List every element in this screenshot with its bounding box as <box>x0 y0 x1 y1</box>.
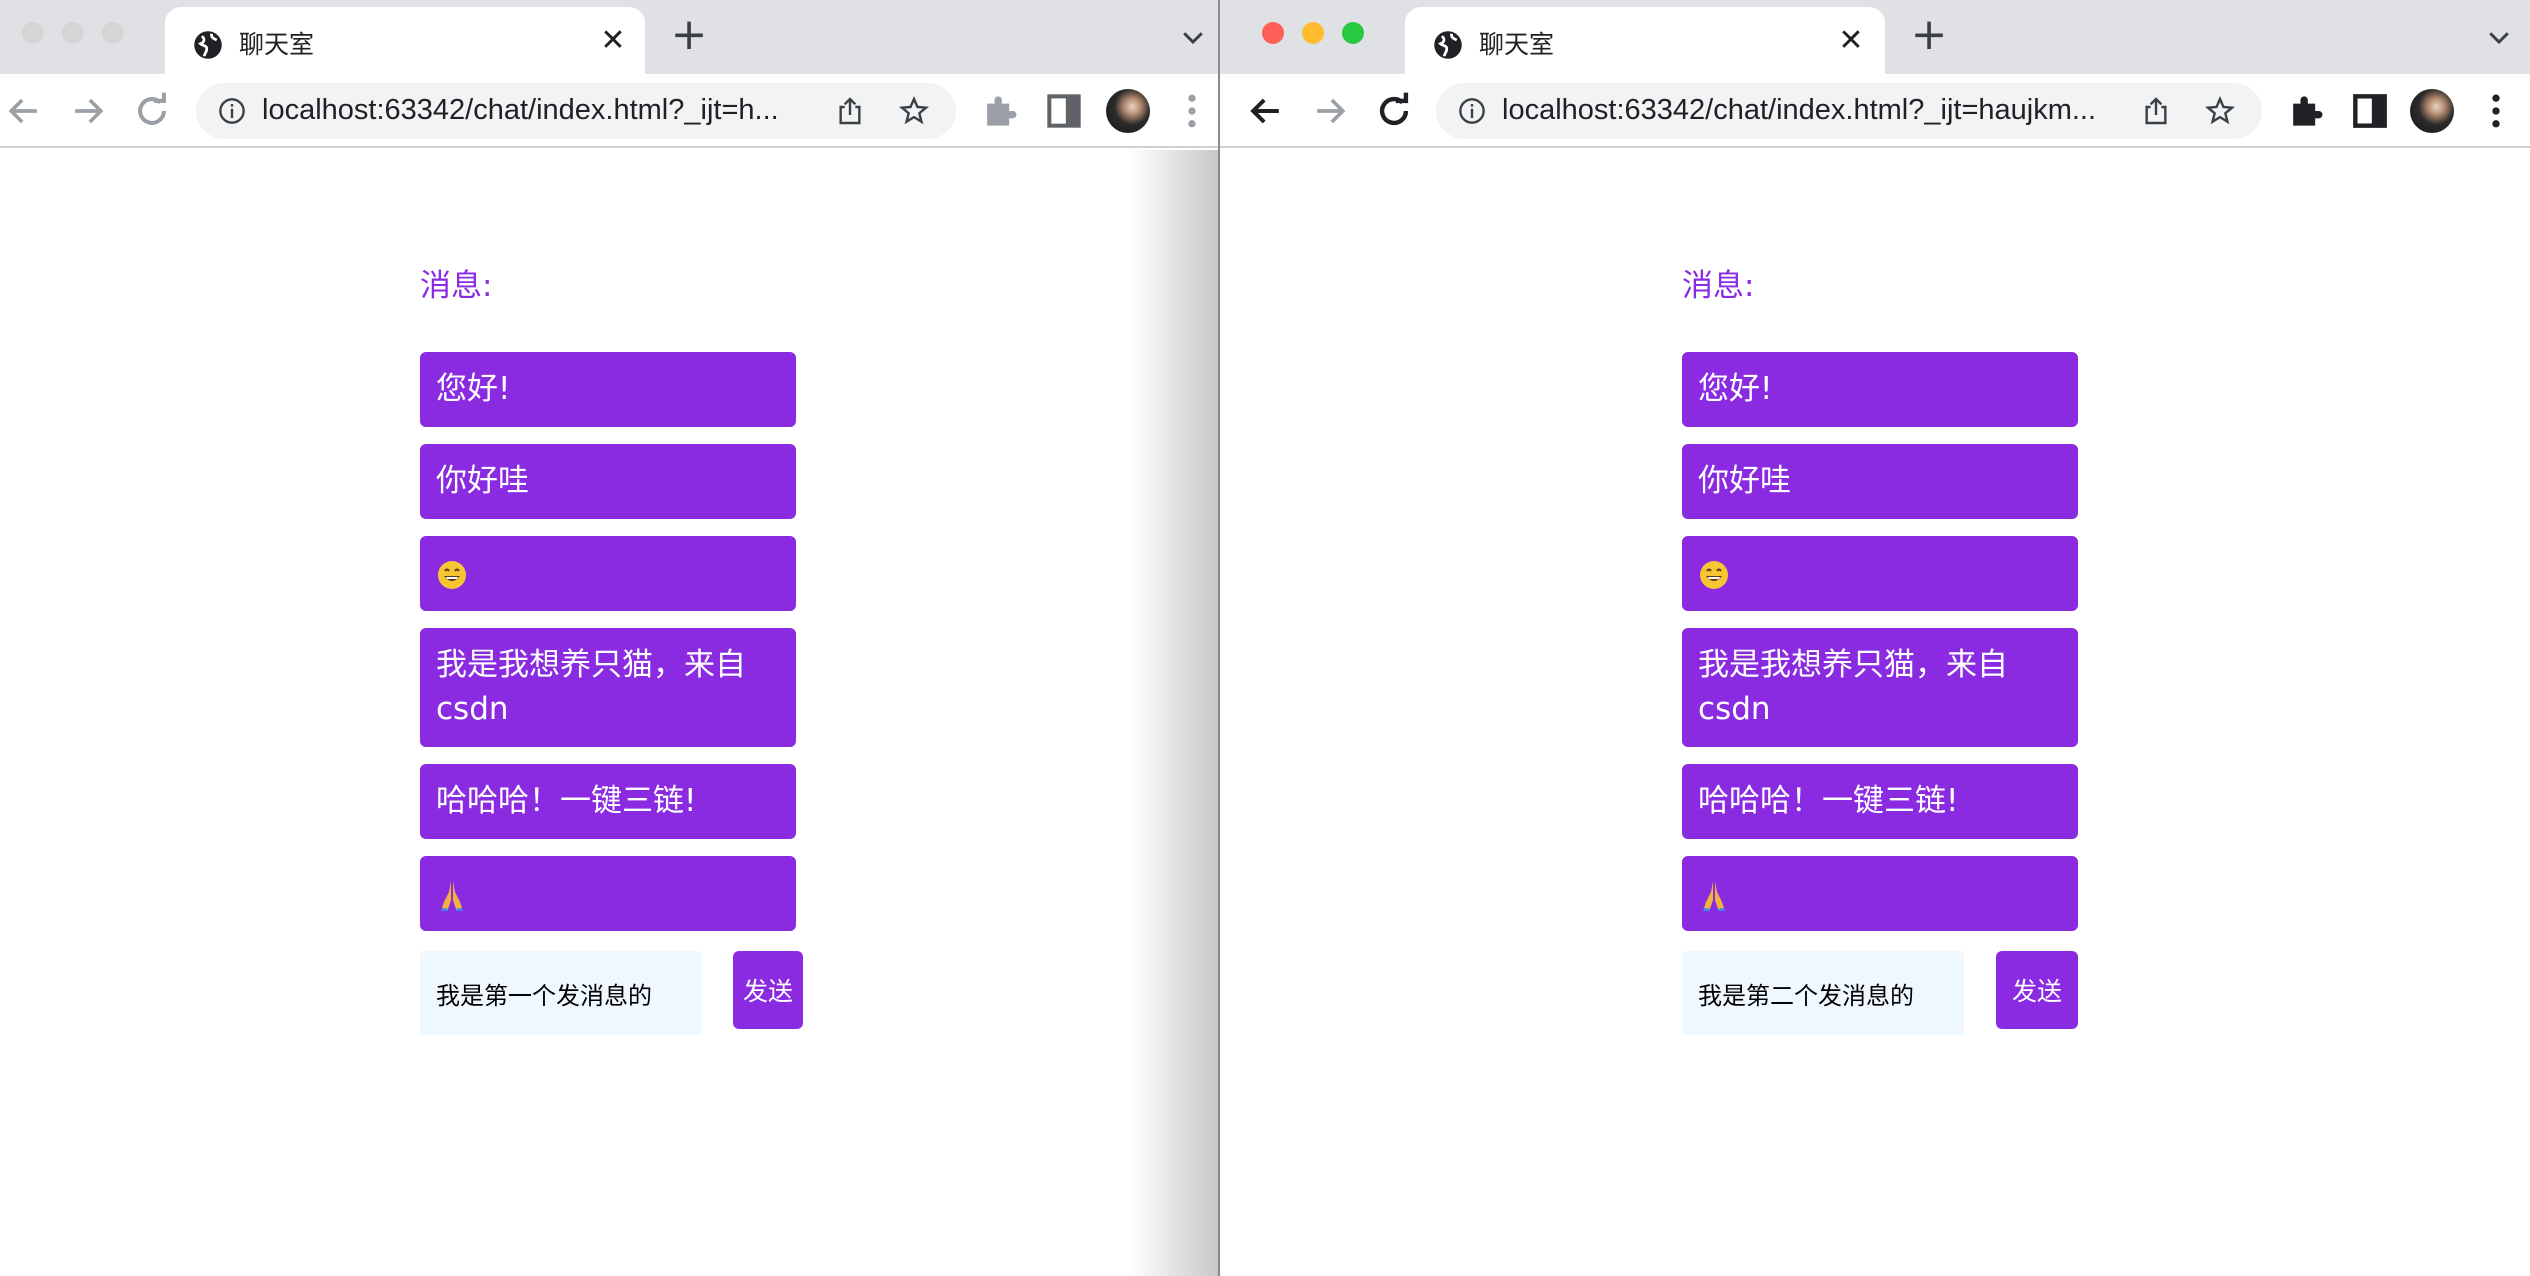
message-bubble: 我是我想养只猫，来自csdn <box>1682 628 2078 747</box>
url-text: localhost:63342/chat/index.html?_ijt=hau… <box>1502 94 2097 126</box>
tab-title: 聊天室 <box>1479 30 1555 59</box>
message-bubble <box>420 856 796 931</box>
new-tab-button[interactable]: + <box>1909 13 1949 57</box>
grinning-face-emoji-icon <box>438 560 466 589</box>
share-icon[interactable] <box>2140 95 2172 127</box>
extensions-puzzle-icon[interactable] <box>978 89 1022 133</box>
message-text: 你好哇 <box>436 463 529 499</box>
side-panel-icon[interactable] <box>2348 89 2392 133</box>
folded-hands-emoji-icon <box>441 880 463 911</box>
message-input[interactable] <box>1682 951 1964 1035</box>
grinning-face-emoji-icon <box>1700 560 1728 589</box>
new-tab-button[interactable]: + <box>669 13 709 57</box>
close-window-icon[interactable] <box>1262 22 1284 44</box>
close-window-icon[interactable] <box>22 22 44 44</box>
reload-icon[interactable] <box>1372 89 1416 133</box>
folded-hands-emoji-icon <box>1703 880 1725 911</box>
browser-window-left: 聊天室 ✕ + localhost:63342/chat/index.html?… <box>0 0 1218 1276</box>
back-arrow-icon[interactable] <box>1244 89 1288 133</box>
address-bar[interactable]: localhost:63342/chat/index.html?_ijt=h..… <box>196 83 956 139</box>
more-vertical-icon[interactable] <box>1170 89 1214 133</box>
message-list: 您好! 你好哇 我是我想养只猫，来自csdn 哈哈哈！一键三链! <box>1682 352 2078 948</box>
close-tab-icon[interactable]: ✕ <box>597 25 629 57</box>
zoom-window-icon[interactable] <box>1342 22 1364 44</box>
tab-strip: 聊天室 ✕ + <box>0 0 1218 74</box>
bookmark-star-icon[interactable] <box>898 95 930 127</box>
message-bubble <box>1682 856 2078 931</box>
chat-page: 消息: 您好! 你好哇 我是我想养只猫，来自csdn 哈哈哈！一键三链! 我是第… <box>0 148 1218 1276</box>
message-bubble: 你好哇 <box>420 444 796 519</box>
globe-icon <box>194 31 222 59</box>
bookmark-star-icon[interactable] <box>2204 95 2236 127</box>
reload-icon[interactable] <box>130 89 174 133</box>
forward-arrow-icon[interactable] <box>1308 89 1352 133</box>
share-icon[interactable] <box>834 95 866 127</box>
globe-icon <box>1434 31 1462 59</box>
message-bubble <box>420 536 796 611</box>
message-bubble: 我是我想养只猫，来自csdn <box>420 628 796 747</box>
chat-page: 消息: 您好! 你好哇 我是我想养只猫，来自csdn 哈哈哈！一键三链! 我是第… <box>1220 148 2530 1276</box>
message-text: 哈哈哈！一键三链! <box>1698 783 1959 819</box>
chevron-down-icon[interactable] <box>1178 22 1208 52</box>
tab-chat[interactable]: 聊天室 ✕ <box>1405 7 1885 74</box>
send-button[interactable]: 发送 <box>733 951 803 1029</box>
message-bubble: 哈哈哈！一键三链! <box>1682 764 2078 839</box>
address-bar[interactable]: localhost:63342/chat/index.html?_ijt=hau… <box>1436 83 2262 139</box>
zoom-window-icon[interactable] <box>102 22 124 44</box>
minimize-window-icon[interactable] <box>1302 22 1324 44</box>
message-text: 哈哈哈！一键三链! <box>436 783 697 819</box>
more-vertical-icon[interactable] <box>2474 89 2518 133</box>
message-text: 我是我想养只猫，来自csdn <box>1698 647 2008 727</box>
side-panel-icon[interactable] <box>1042 89 1086 133</box>
tab-title: 聊天室 <box>239 30 315 59</box>
message-text: 您好! <box>1698 371 1773 407</box>
minimize-window-icon[interactable] <box>62 22 84 44</box>
forward-arrow-icon[interactable] <box>66 89 110 133</box>
chevron-down-icon[interactable] <box>2484 22 2514 52</box>
message-bubble: 您好! <box>420 352 796 427</box>
tab-chat[interactable]: 聊天室 ✕ <box>165 7 645 74</box>
back-arrow-icon[interactable] <box>2 89 46 133</box>
message-bubble: 哈哈哈！一键三链! <box>420 764 796 839</box>
message-text: 你好哇 <box>1698 463 1791 499</box>
composer: 发送 <box>1682 951 2078 1035</box>
profile-avatar[interactable] <box>2410 89 2454 133</box>
message-text: 我是我想养只猫，来自csdn <box>436 647 746 727</box>
browser-toolbar: localhost:63342/chat/index.html?_ijt=h..… <box>0 74 1218 148</box>
send-button[interactable]: 发送 <box>1996 951 2078 1029</box>
message-bubble: 您好! <box>1682 352 2078 427</box>
info-icon[interactable] <box>1458 97 1486 125</box>
tab-strip: 聊天室 ✕ + <box>1220 0 2530 74</box>
info-icon[interactable] <box>218 97 246 125</box>
messages-heading: 消息: <box>1682 268 1755 304</box>
messages-heading: 消息: <box>420 268 493 304</box>
message-input[interactable] <box>420 951 702 1035</box>
url-text: localhost:63342/chat/index.html?_ijt=h..… <box>262 94 779 126</box>
close-tab-icon[interactable]: ✕ <box>1835 25 1867 57</box>
message-text: 您好! <box>436 371 511 407</box>
message-bubble <box>1682 536 2078 611</box>
message-list: 您好! 你好哇 我是我想养只猫，来自csdn 哈哈哈！一键三链! <box>420 352 796 948</box>
browser-toolbar: localhost:63342/chat/index.html?_ijt=hau… <box>1220 74 2530 148</box>
message-bubble: 你好哇 <box>1682 444 2078 519</box>
composer: 发送 <box>420 951 806 1035</box>
extensions-puzzle-icon[interactable] <box>2284 89 2328 133</box>
profile-avatar[interactable] <box>1106 89 1150 133</box>
browser-window-right: 聊天室 ✕ + localhost:63342/chat/index.html?… <box>1218 0 2530 1276</box>
